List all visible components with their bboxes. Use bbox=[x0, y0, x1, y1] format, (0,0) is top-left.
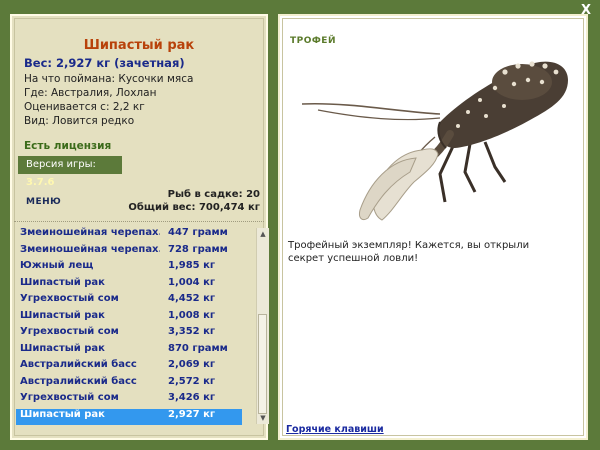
fish-title: Шипастый рак bbox=[83, 38, 195, 53]
fish-weight: Вес: 2,927 кг (зачетная) bbox=[24, 56, 185, 70]
catch-fish-name: Шипастый рак bbox=[20, 408, 105, 420]
crayfish-image bbox=[301, 61, 568, 221]
scroll-thumb[interactable] bbox=[258, 314, 267, 414]
catch-fish-name: Угрехвостый сом bbox=[20, 392, 119, 403]
catch-list-row[interactable]: Угрехвостый сом 3,426 кг bbox=[16, 392, 242, 409]
trophy-label: ТРОФЕЙ bbox=[290, 36, 336, 46]
catch-list-row[interactable]: Шипастый рак 870 грамм bbox=[16, 343, 242, 360]
catch-fish-weight: 2,927 кг bbox=[168, 408, 216, 420]
catch-fish-name: Австралийский басс bbox=[20, 359, 137, 370]
fish-bait: На что поймана: Кусочки мяса bbox=[24, 73, 194, 85]
version-badge: Версия игры: 3.7.6 bbox=[18, 156, 122, 188]
divider bbox=[14, 221, 264, 222]
catch-list-row[interactable]: Змеиношейная черепах... 728 грамм bbox=[16, 244, 242, 261]
catch-fish-name: Угрехвостый сом bbox=[20, 326, 119, 337]
fish-count: Рыб в садке: 20 bbox=[167, 189, 260, 200]
catch-fish-weight: 4,452 кг bbox=[168, 293, 216, 304]
catch-fish-weight: 870 грамм bbox=[168, 342, 228, 354]
keepnet-stats: Рыб в садке: 20 Общий вес: 700,474 кг bbox=[128, 188, 260, 214]
catch-fish-weight: 3,426 кг bbox=[168, 392, 216, 403]
catch-fish-name: Австралийский басс bbox=[20, 375, 137, 387]
license-status: Есть лицензия bbox=[24, 140, 112, 152]
catch-fish-name: Южный лещ bbox=[20, 260, 94, 271]
hotkeys-link[interactable]: Горячие клавиши bbox=[286, 424, 384, 435]
fish-value: Оценивается с: 2,2 кг bbox=[24, 101, 145, 113]
catch-fish-name: Угрехвостый сом bbox=[20, 293, 119, 304]
catch-fish-name: Змеиношейная черепах... bbox=[20, 243, 160, 255]
catch-fish-weight: 728 грамм bbox=[168, 243, 228, 255]
catch-list-row[interactable]: Австралийский басс 2,069 кг bbox=[16, 359, 242, 376]
catch-fish-weight: 1,004 кг bbox=[168, 276, 216, 288]
catch-fish-name: Шипастый рак bbox=[20, 276, 105, 288]
catch-fish-weight: 1,985 кг bbox=[168, 260, 216, 271]
fish-location: Где: Австралия, Лохлан bbox=[24, 87, 157, 99]
catch-list-row[interactable]: Змеиношейная черепах... 447 грамм bbox=[16, 227, 242, 244]
catch-fish-weight: 2,572 кг bbox=[168, 375, 216, 387]
catch-fish-weight: 2,069 кг bbox=[168, 359, 216, 370]
catch-list-row[interactable]: Южный лещ 1,985 кг bbox=[16, 260, 242, 277]
catch-fish-name: Шипастый рак bbox=[20, 309, 105, 321]
catch-list-row[interactable]: Австралийский басс 2,572 кг bbox=[16, 376, 242, 393]
catch-fish-name: Змеиношейная черепах... bbox=[20, 227, 160, 238]
catch-fish-weight: 447 грамм bbox=[168, 227, 228, 238]
catch-fish-weight: 3,352 кг bbox=[168, 326, 216, 337]
fish-kind: Вид: Ловится редко bbox=[24, 115, 135, 127]
scroll-up-arrow-icon[interactable]: ▲ bbox=[257, 228, 269, 240]
version-label: Версия игры: bbox=[26, 159, 96, 170]
total-weight: Общий вес: 700,474 кг bbox=[128, 202, 260, 213]
catch-fish-weight: 1,008 кг bbox=[168, 309, 216, 321]
catch-list-row[interactable]: Шипастый рак 1,004 кг bbox=[16, 277, 242, 294]
catch-list-row[interactable]: Шипастый рак 2,927 кг bbox=[16, 408, 242, 425]
version-value: 3.7.6 bbox=[26, 177, 55, 188]
app-window: X Шипастый рак Вес: 2,927 кг (зачетная) … bbox=[0, 0, 600, 450]
catch-list[interactable]: Змеиношейная черепах... 447 грамм Змеиноше… bbox=[16, 227, 242, 425]
catch-fish-name: Шипастый рак bbox=[20, 342, 105, 354]
trophy-panel: ТРОФЕЙ Трофейный экземпляр! Кажется, вы … bbox=[278, 14, 588, 440]
catch-list-row[interactable]: Угрехвостый сом 4,452 кг bbox=[16, 293, 242, 310]
scroll-down-arrow-icon[interactable]: ▼ bbox=[257, 412, 269, 424]
catch-list-row[interactable]: Шипастый рак 1,008 кг bbox=[16, 310, 242, 327]
fish-info-panel: Шипастый рак Вес: 2,927 кг (зачетная) На… bbox=[10, 14, 269, 440]
trophy-message: Трофейный экземпляр! Кажется, вы открыли… bbox=[288, 240, 530, 264]
menu-button[interactable]: МЕНЮ bbox=[26, 197, 61, 207]
catch-list-row[interactable]: Угрехвостый сом 3,352 кг bbox=[16, 326, 242, 343]
catch-list-scrollbar[interactable]: ▲ ▼ bbox=[256, 228, 269, 424]
